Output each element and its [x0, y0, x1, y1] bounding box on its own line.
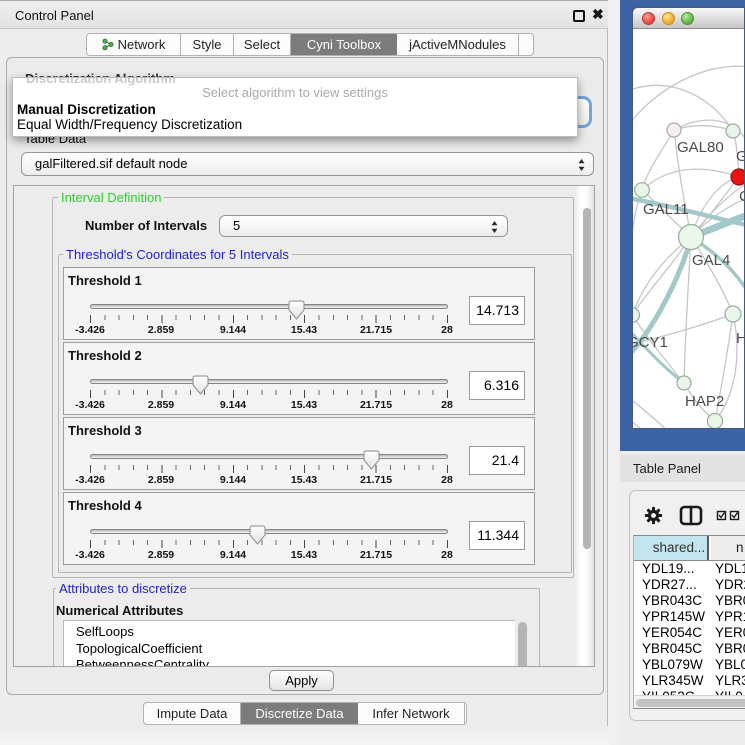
svg-text:C: C: [739, 188, 745, 205]
svg-text:GAL4: GAL4: [692, 252, 730, 269]
svg-text:GA: GA: [736, 148, 745, 165]
svg-text:GAL80: GAL80: [677, 139, 724, 156]
svg-text:GCY1: GCY1: [633, 334, 668, 351]
svg-text:H: H: [736, 330, 745, 347]
svg-text:HAP2: HAP2: [685, 393, 724, 410]
svg-text:GAL11: GAL11: [643, 201, 689, 218]
